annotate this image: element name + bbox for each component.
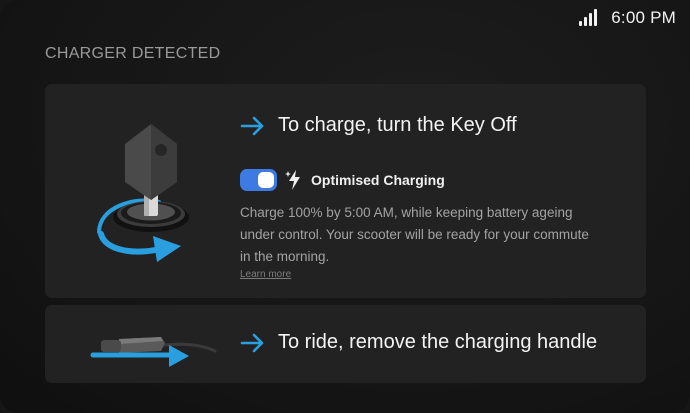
clock: 6:00 PM [611,8,676,27]
key-off-card: To charge, turn the Key Off Optimised Ch… [45,84,646,298]
key-off-title-row: To charge, turn the Key Off [240,114,517,137]
remove-handle-card: To ride, remove the charging handle [45,305,646,383]
optimised-charging-toggle[interactable] [240,169,277,191]
status-bar: 6:00 PM [579,6,676,30]
key-turn-illustration [97,124,189,262]
key-off-title: To charge, turn the Key Off [278,114,517,136]
arrow-right-icon [240,333,264,352]
learn-more-link[interactable]: Learn more [240,269,291,280]
sparkle-bolt-icon [285,170,300,190]
arrow-right-icon [240,116,264,135]
charger-screen: 6:00 PM CHARGER DETECTED To charge, turn… [0,0,690,413]
page-title: CHARGER DETECTED [45,45,221,62]
optimised-charging-label: Optimised Charging [311,172,445,188]
remove-handle-title: To ride, remove the charging handle [278,331,598,353]
charging-plug-illustration [90,337,217,367]
toggle-knob [258,172,274,188]
signal-bars-icon [579,9,598,26]
optimised-charging-row: Optimised Charging [240,169,445,191]
charging-description: Charge 100% by 5:00 AM, while keeping ba… [240,205,589,264]
remove-handle-title-row: To ride, remove the charging handle [240,331,597,354]
